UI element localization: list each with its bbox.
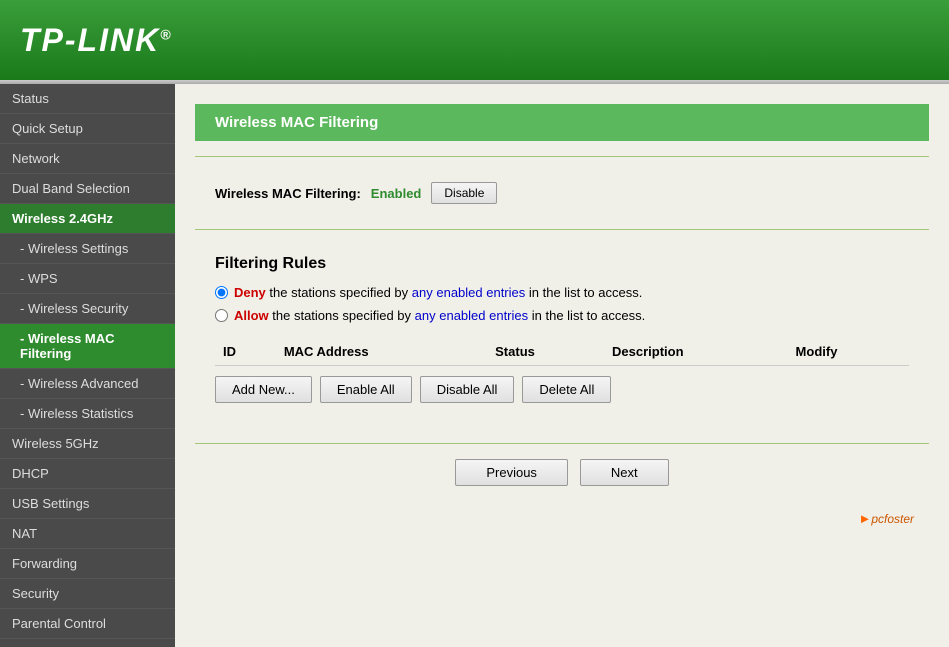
content-area: Wireless MAC Filtering Wireless MAC Filt…: [175, 84, 949, 647]
sidebar-item-parental-control[interactable]: Parental Control: [0, 609, 175, 639]
content-inner: Wireless MAC Filtering: Enabled Disable …: [175, 156, 949, 551]
mac-filtering-status-row: Wireless MAC Filtering: Enabled Disable: [195, 172, 929, 214]
deny-suffix: in the list to access.: [525, 285, 642, 300]
mac-table-header: ID MAC Address Status Description Modify: [215, 338, 909, 366]
sidebar-item-forwarding[interactable]: Forwarding: [0, 549, 175, 579]
previous-button[interactable]: Previous: [455, 459, 568, 486]
sidebar-item-dual-band-selection[interactable]: Dual Band Selection: [0, 174, 175, 204]
deny-radio[interactable]: [215, 286, 228, 299]
filtering-rules-title: Filtering Rules: [215, 255, 909, 273]
watermark-text: pcfoster: [871, 512, 914, 526]
nav-buttons: Previous Next: [195, 443, 929, 501]
allow-radio-label: Allow the stations specified by any enab…: [234, 308, 645, 323]
logo-text: TP-LINK: [20, 22, 160, 58]
sidebar-item-access-control[interactable]: Access Control: [0, 639, 175, 647]
enable-all-button[interactable]: Enable All: [320, 376, 412, 403]
col-description: Description: [604, 338, 788, 366]
sidebar-item-status[interactable]: Status: [0, 84, 175, 114]
disable-all-button[interactable]: Disable All: [420, 376, 515, 403]
mac-table: ID MAC Address Status Description Modify: [215, 338, 909, 366]
col-status: Status: [487, 338, 604, 366]
sidebar-item-nat[interactable]: NAT: [0, 519, 175, 549]
divider-top: [195, 156, 929, 157]
sidebar-item-dhcp[interactable]: DHCP: [0, 459, 175, 489]
header: TP-LINK®: [0, 0, 949, 80]
sidebar-item-wireless-24ghz[interactable]: Wireless 2.4GHz: [0, 204, 175, 234]
page-title: Wireless MAC Filtering: [215, 114, 378, 131]
sidebar-item-wireless-security[interactable]: - Wireless Security: [0, 294, 175, 324]
allow-radio[interactable]: [215, 309, 228, 322]
allow-any-text: any enabled entries: [415, 308, 528, 323]
allow-radio-row: Allow the stations specified by any enab…: [215, 308, 909, 323]
mac-filtering-label: Wireless MAC Filtering:: [215, 186, 361, 201]
allow-suffix: in the list to access.: [528, 308, 645, 323]
deny-middle-text: the stations specified by: [266, 285, 412, 300]
col-id: ID: [215, 338, 276, 366]
sidebar: StatusQuick SetupNetworkDual Band Select…: [0, 84, 175, 647]
next-button[interactable]: Next: [580, 459, 669, 486]
watermark: ►pcfoster: [858, 511, 914, 526]
disable-button[interactable]: Disable: [431, 182, 497, 204]
sidebar-item-quick-setup[interactable]: Quick Setup: [0, 114, 175, 144]
deny-radio-row: Deny the stations specified by any enabl…: [215, 285, 909, 300]
col-mac: MAC Address: [276, 338, 487, 366]
delete-all-button[interactable]: Delete All: [522, 376, 611, 403]
col-modify: Modify: [788, 338, 909, 366]
allow-text: Allow: [234, 308, 269, 323]
allow-middle-text: the stations specified by: [269, 308, 415, 323]
footer-area: ►pcfoster: [195, 501, 929, 531]
sidebar-item-wireless-advanced[interactable]: - Wireless Advanced: [0, 369, 175, 399]
deny-text: Deny: [234, 285, 266, 300]
sidebar-item-wps[interactable]: - WPS: [0, 264, 175, 294]
sidebar-item-usb-settings[interactable]: USB Settings: [0, 489, 175, 519]
sidebar-item-network[interactable]: Network: [0, 144, 175, 174]
sidebar-item-security[interactable]: Security: [0, 579, 175, 609]
sidebar-item-wireless-statistics[interactable]: - Wireless Statistics: [0, 399, 175, 429]
sidebar-item-wireless-5ghz[interactable]: Wireless 5GHz: [0, 429, 175, 459]
deny-radio-label: Deny the stations specified by any enabl…: [234, 285, 642, 300]
action-buttons: Add New... Enable All Disable All Delete…: [215, 376, 909, 413]
filtering-rules-section: Filtering Rules Deny the stations specif…: [195, 245, 929, 433]
divider-mid: [195, 229, 929, 230]
add-new-button[interactable]: Add New...: [215, 376, 312, 403]
sidebar-item-wireless-mac-filtering[interactable]: - Wireless MAC Filtering: [0, 324, 175, 369]
logo: TP-LINK®: [20, 22, 173, 59]
sidebar-item-wireless-settings[interactable]: - Wireless Settings: [0, 234, 175, 264]
page-title-bar: Wireless MAC Filtering: [195, 104, 929, 141]
mac-filtering-status-text: Enabled: [371, 186, 422, 201]
deny-any-text: any enabled entries: [412, 285, 525, 300]
main-layout: StatusQuick SetupNetworkDual Band Select…: [0, 84, 949, 647]
